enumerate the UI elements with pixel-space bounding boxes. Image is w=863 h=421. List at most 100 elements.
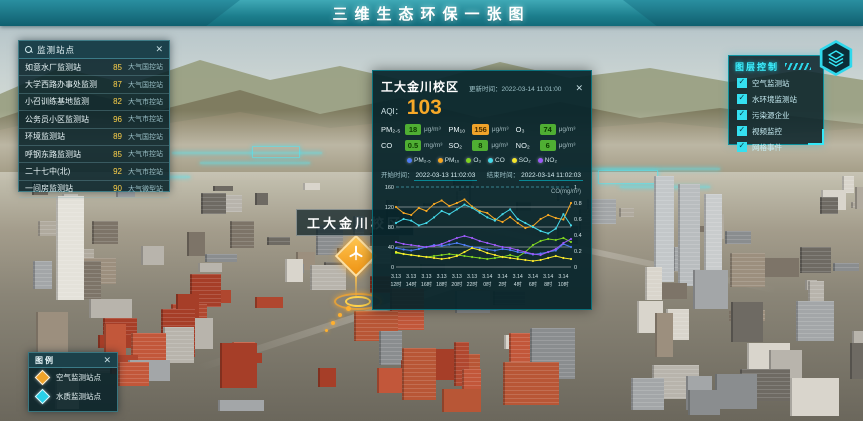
station-row[interactable]: 公务员小区监测站 96 大气市控站	[19, 111, 169, 128]
data-point	[486, 248, 488, 250]
y-axis-tick-right: 0.4	[574, 233, 582, 239]
marker-trail-dot	[325, 329, 328, 332]
checkbox-icon[interactable]	[737, 110, 747, 120]
data-point	[441, 210, 443, 212]
map-viewport[interactable]: 三维生态环保一张图 监测站点 如意水厂监测站 85 大气国控站 大学西路办事处监…	[0, 0, 863, 421]
data-point	[494, 254, 496, 256]
legend-label: NO₂	[545, 157, 557, 164]
data-point	[509, 208, 511, 210]
x-axis-tick: 3.14	[543, 274, 553, 280]
popup-title: 工大金川校区	[381, 78, 459, 95]
station-aqi: 82	[104, 97, 122, 106]
checkbox-icon[interactable]	[737, 78, 747, 88]
building-block	[855, 187, 863, 209]
building-block	[198, 263, 222, 272]
chart-legend-item[interactable]: PM₁₀	[438, 157, 460, 164]
pollutant-cell: O₃ 74 μg/m³	[516, 124, 583, 135]
layer-item-label: 水环境监测站	[752, 94, 797, 105]
close-icon[interactable]	[103, 356, 111, 365]
pollutant-grid: PM₂.₅ 18 μg/m³ PM₁₀ 156 μg/m³ O₃ 74 μg/m…	[381, 124, 583, 151]
end-time-input[interactable]: 2022-03-14 11:02:03	[519, 172, 583, 181]
building-block	[267, 237, 290, 244]
station-row[interactable]: 环境监测站 89 大气国控站	[19, 129, 169, 146]
station-row[interactable]: 一间房监测站 90 大气微型站	[19, 181, 169, 198]
pollutant-value-badge: 156	[472, 124, 489, 135]
data-point	[532, 226, 534, 228]
search-icon[interactable]	[25, 46, 33, 54]
data-point	[433, 203, 435, 205]
data-point	[410, 249, 412, 251]
data-point	[539, 230, 541, 232]
station-row[interactable]: 小召训练基地监测 82 大气市控站	[19, 94, 169, 111]
pollutant-name: NO₂	[516, 141, 540, 150]
layer-item[interactable]: 水环境监测站	[729, 91, 823, 107]
data-point	[433, 216, 435, 218]
station-aqi: 87	[104, 80, 122, 89]
data-point	[517, 258, 519, 260]
page-title: 三维生态环保一张图	[0, 3, 863, 24]
layer-item[interactable]: 污染源企业	[729, 107, 823, 123]
y-axis-tick-left: 120	[385, 205, 394, 211]
layer-panel-title: 图层控制	[735, 60, 779, 73]
data-point	[509, 257, 511, 259]
data-point	[418, 224, 420, 226]
close-icon[interactable]	[575, 84, 583, 93]
building-block	[230, 221, 254, 249]
data-point	[509, 249, 511, 251]
data-point	[425, 222, 427, 224]
marker-trail-dot	[338, 313, 342, 317]
station-row[interactable]: 大学西路办事处监测 87 大气国控站	[19, 76, 169, 93]
data-point	[425, 256, 427, 258]
station-aqi: 89	[104, 132, 122, 141]
building-block	[213, 186, 233, 191]
chart-legend-item[interactable]: SO₂	[512, 157, 531, 164]
station-name: 大学西路办事处监测	[25, 79, 104, 90]
chart-legend-item[interactable]: O₃	[466, 157, 481, 164]
data-point	[448, 257, 450, 259]
building-block	[303, 183, 319, 190]
station-name: 环境监测站	[25, 131, 104, 142]
legend-dot-icon	[466, 158, 471, 163]
station-row[interactable]: 呼钢东路监测站 85 大气市控站	[19, 146, 169, 163]
legend-label: SO₂	[519, 157, 531, 164]
checkbox-icon[interactable]	[737, 142, 747, 152]
x-axis-tick: 14时	[406, 280, 417, 288]
chart-legend-item[interactable]: NO₂	[538, 157, 557, 164]
series-line-SO₂	[396, 248, 571, 261]
data-point	[524, 222, 526, 224]
x-axis-tick: 10时	[558, 280, 569, 288]
start-time-group: 开始时间：2022-03-13 11:02:03	[381, 169, 477, 179]
building-block	[255, 297, 282, 307]
x-axis-tick: 20时	[451, 280, 462, 288]
building-block	[808, 281, 824, 302]
x-axis-tick: 18时	[436, 280, 447, 288]
pollutant-name: O₃	[516, 125, 540, 134]
aqi-label: AQI：	[381, 106, 403, 117]
layer-item[interactable]: 视频监控	[729, 123, 823, 139]
data-point	[395, 206, 397, 208]
data-point	[456, 208, 458, 210]
start-time-input[interactable]: 2022-03-13 11:02:03	[414, 172, 478, 181]
layer-item[interactable]: 网格事件	[729, 139, 823, 155]
legend-item: 水质监测站点	[29, 387, 117, 406]
data-point	[570, 258, 572, 260]
chart-legend-item[interactable]: CO	[488, 157, 505, 164]
station-type: 大气国控站	[128, 62, 163, 72]
station-aqi: 96	[104, 115, 122, 124]
data-point	[494, 249, 496, 251]
data-point	[555, 217, 557, 219]
data-point	[441, 254, 443, 256]
data-point	[441, 243, 443, 245]
building-block	[503, 362, 559, 405]
data-point	[448, 243, 450, 245]
checkbox-icon[interactable]	[737, 94, 747, 104]
station-name: 一间房监测站	[25, 183, 104, 194]
chart-legend-item[interactable]: PM₂.₅	[407, 157, 431, 164]
station-row[interactable]: 二十七中(北) 92 大气市控站	[19, 163, 169, 180]
checkbox-icon[interactable]	[737, 126, 747, 136]
data-point	[562, 218, 564, 220]
layer-item[interactable]: 空气监测站	[729, 75, 823, 91]
series-line-NO₂	[396, 236, 571, 255]
station-row[interactable]: 如意水厂监测站 85 大气国控站	[19, 59, 169, 76]
close-icon[interactable]	[155, 45, 163, 54]
